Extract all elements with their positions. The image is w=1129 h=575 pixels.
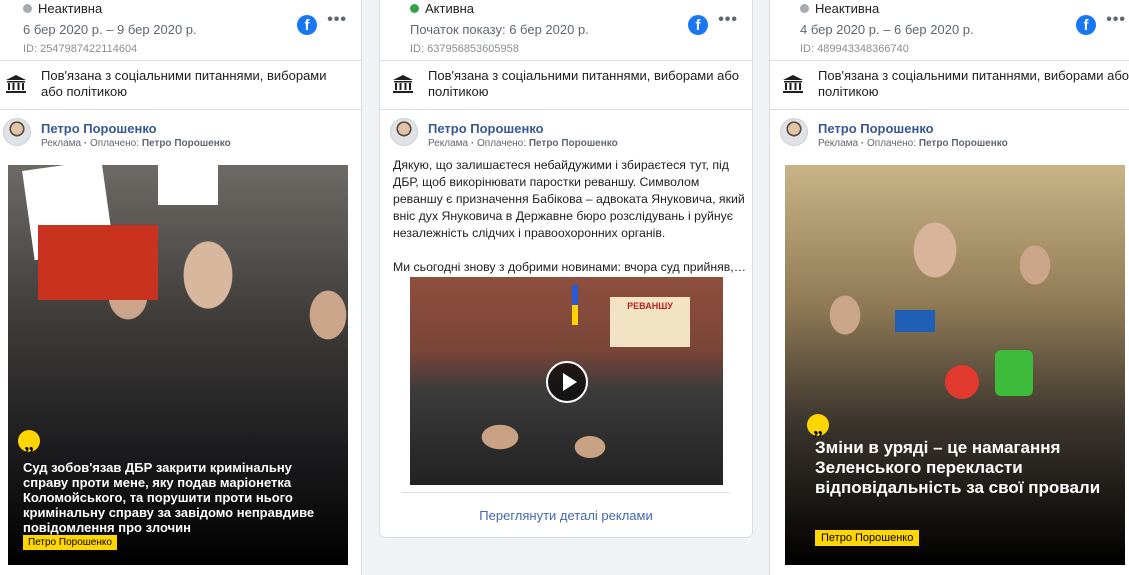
ad-video-thumbnail[interactable]: РЕВАНШУ: [410, 277, 723, 485]
government-building-icon: [393, 75, 413, 93]
protest-sign: [158, 165, 218, 205]
ad-image[interactable]: „ Суд зобов'язав ДБР закрити кримінальну…: [8, 165, 348, 565]
ad-header: Активна Початок показу: 6 бер 2020 р. ID…: [380, 0, 752, 60]
more-options-icon[interactable]: •••: [327, 11, 347, 29]
author-tag: Петро Порошенко: [23, 535, 117, 550]
page-name-link[interactable]: Петро Порошенко: [818, 121, 1129, 136]
microphone: [995, 350, 1033, 396]
page-name-link[interactable]: Петро Порошенко: [41, 121, 361, 136]
ad-body-text: Дякую, що залишаєтеся небайдужими і збир…: [393, 157, 748, 293]
sponsored-line: Реклама · Оплачено: Петро Порошенко: [428, 138, 618, 149]
facebook-icon[interactable]: f: [1076, 15, 1096, 35]
ad-paragraph-truncated: Ми сьогодні знову з добрими новинами: вч…: [393, 260, 748, 274]
ad-paragraph: Дякую, що залишаєтеся небайдужими і збир…: [393, 158, 745, 240]
author-tag: Петро Порошенко: [815, 530, 920, 546]
political-disclaimer: Пов'язана з соціальними питаннями, вибор…: [0, 60, 361, 110]
ad-card: Неактивна 4 бер 2020 р. – 6 бер 2020 р. …: [769, 0, 1129, 575]
play-icon[interactable]: [546, 361, 588, 403]
protest-banner: РЕВАНШУ: [610, 297, 690, 347]
view-ad-details-link[interactable]: Переглянути деталі реклами: [380, 508, 752, 523]
active-status-dot: [410, 4, 419, 13]
ad-header: Неактивна 4 бер 2020 р. – 6 бер 2020 р. …: [770, 0, 1129, 60]
page-info: Петро Порошенко Реклама · Оплачено: Петр…: [380, 110, 752, 162]
inactive-status-dot: [800, 4, 809, 13]
political-disclaimer: Пов'язана з соціальними питаннями, вибор…: [380, 60, 752, 110]
page-info: Петро Порошенко Реклама · Оплачено: Петр…: [770, 110, 1129, 162]
avatar[interactable]: [390, 118, 418, 146]
ad-card: Активна Початок показу: 6 бер 2020 р. ID…: [379, 0, 753, 538]
sponsored-line: Реклама · Оплачено: Петро Порошенко: [818, 138, 1008, 149]
more-options-icon[interactable]: •••: [718, 11, 738, 29]
political-disclaimer: Пов'язана з соціальними питаннями, вибор…: [770, 60, 1129, 110]
facebook-icon[interactable]: f: [688, 15, 708, 35]
political-label: Пов'язана з соціальними питаннями, вибор…: [818, 68, 1129, 99]
more-options-icon[interactable]: •••: [1106, 11, 1126, 29]
ad-image[interactable]: „ Зміни в уряді – це намагання Зеленсько…: [785, 165, 1125, 565]
microphone: [945, 365, 979, 399]
avatar[interactable]: [780, 118, 808, 146]
divider: [402, 492, 730, 493]
quote-text: Суд зобов'язав ДБР закрити кримінальну с…: [23, 460, 315, 535]
ad-card: Неактивна 6 бер 2020 р. – 9 бер 2020 р. …: [0, 0, 362, 575]
status-label: Неактивна: [815, 1, 880, 16]
ad-id: ID: 637956853605958: [410, 43, 519, 55]
quote-text: Зміни в уряді – це намагання Зеленського…: [815, 438, 1101, 497]
facebook-icon[interactable]: f: [297, 15, 317, 35]
page-info: Петро Порошенко Реклама · Оплачено: Петр…: [0, 110, 361, 162]
ad-header: Неактивна 6 бер 2020 р. – 9 бер 2020 р. …: [0, 0, 361, 60]
status-label: Неактивна: [38, 1, 103, 16]
quote-icon: „: [807, 414, 829, 439]
ad-id: ID: 489943348366740: [800, 43, 909, 55]
government-building-icon: [6, 75, 26, 93]
political-label: Пов'язана з соціальними питаннями, вибор…: [428, 68, 740, 99]
status-label: Активна: [425, 1, 475, 16]
ad-id: ID: 2547987422114604: [23, 43, 138, 55]
page-name-link[interactable]: Петро Порошенко: [428, 121, 752, 136]
political-label: Пов'язана з соціальними питаннями, вибор…: [41, 68, 327, 99]
protest-sign: [38, 225, 158, 300]
ukrainian-flag: [572, 285, 578, 325]
government-building-icon: [783, 75, 803, 93]
microphone: [895, 310, 935, 332]
inactive-status-dot: [23, 4, 32, 13]
sponsored-line: Реклама · Оплачено: Петро Порошенко: [41, 138, 231, 149]
quote-icon: „: [18, 430, 40, 455]
avatar[interactable]: [3, 118, 31, 146]
